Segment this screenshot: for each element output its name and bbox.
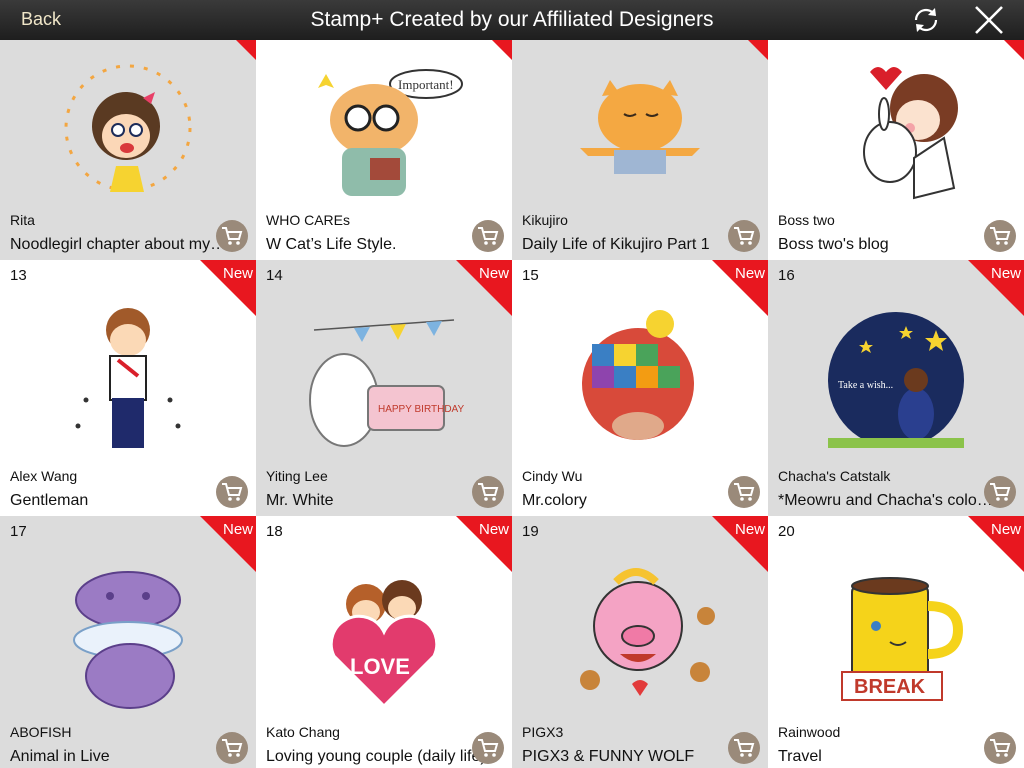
- stamp-grid: Rita Noodlegirl chapter about my Sunny D…: [0, 40, 1024, 768]
- tile-number: 15: [522, 267, 539, 284]
- tile-number: 17: [10, 523, 27, 540]
- refresh-icon[interactable]: [908, 4, 944, 36]
- stamp-tile[interactable]: 14 New HAPPY BIRTHDAY Yiting Lee Mr. Whi…: [256, 260, 512, 516]
- corner-ribbon: [748, 40, 768, 60]
- stamp-title: Daily Life of Kikujiro Part 1: [522, 236, 710, 253]
- svg-text:Important!: Important!: [398, 77, 454, 92]
- stamp-title: Loving young couple (daily life): [266, 748, 486, 765]
- night-sky-girl-icon: Take a wish...: [806, 300, 986, 460]
- cart-icon[interactable]: [984, 476, 1016, 508]
- hippo-clam-icon: [38, 556, 218, 716]
- cat-reading-icon: Important!: [294, 48, 474, 208]
- cart-icon[interactable]: [472, 732, 504, 764]
- new-badge: New: [478, 521, 509, 538]
- author-name: Chacha's Catstalk: [778, 468, 891, 484]
- author-name: ABOFISH: [10, 724, 72, 740]
- tile-number: 16: [778, 267, 795, 284]
- new-badge: New: [222, 265, 253, 282]
- stamp-title: Gentleman: [10, 492, 89, 509]
- svg-text:HAPPY BIRTHDAY: HAPPY BIRTHDAY: [378, 404, 464, 415]
- page-title: Stamp+ Created by our Affiliated Designe…: [310, 8, 714, 31]
- stamp-tile[interactable]: 19 New PIGX3 PIGX3 & FUNNY WOLF: [512, 516, 768, 768]
- stamp-tile[interactable]: Kikujiro Daily Life of Kikujiro Part 1: [512, 40, 768, 260]
- author-name: WHO CAREs: [266, 212, 350, 228]
- cart-icon[interactable]: [472, 476, 504, 508]
- stamp-title: W Cat’s Life Style.: [266, 236, 397, 253]
- cart-icon[interactable]: [728, 476, 760, 508]
- cart-icon[interactable]: [984, 220, 1016, 252]
- svg-text:Take a wish...: Take a wish...: [838, 380, 893, 391]
- new-badge: New: [222, 521, 253, 538]
- stamp-tile[interactable]: 15 New Cindy Wu Mr.colory: [512, 260, 768, 516]
- new-badge: New: [478, 265, 509, 282]
- new-badge: New: [990, 521, 1021, 538]
- pig-gingerbread-icon: [550, 556, 730, 716]
- stamp-title: Animal in Live: [10, 748, 110, 765]
- love-couple-icon: LOVE: [294, 556, 474, 716]
- tile-number: 20: [778, 523, 795, 540]
- birthday-cake-icon: HAPPY BIRTHDAY: [294, 300, 474, 460]
- girl-rabbit-icon: [806, 48, 986, 208]
- cart-icon[interactable]: [984, 732, 1016, 764]
- cart-icon[interactable]: [216, 732, 248, 764]
- author-name: Yiting Lee: [266, 468, 328, 484]
- cart-icon[interactable]: [472, 220, 504, 252]
- stamp-tile[interactable]: 18 New LOVE Kato Chang Loving young coup…: [256, 516, 512, 768]
- author-name: Rainwood: [778, 724, 841, 740]
- stamp-title: Noodlegirl chapter about my Sunny Day: [10, 236, 230, 253]
- author-name: Alex Wang: [10, 468, 78, 484]
- cart-icon[interactable]: [728, 220, 760, 252]
- tile-number: 14: [266, 267, 283, 284]
- svg-text:BREAK: BREAK: [854, 676, 926, 698]
- stamp-tile[interactable]: Boss two Boss two's blog: [768, 40, 1024, 260]
- author-name: Cindy Wu: [522, 468, 583, 484]
- new-badge: New: [734, 521, 765, 538]
- new-badge: New: [734, 265, 765, 282]
- girl-sticker-icon: [38, 48, 218, 208]
- stamp-tile[interactable]: Important! WHO CAREs W Cat’s Life Style.: [256, 40, 512, 260]
- cart-icon[interactable]: [216, 220, 248, 252]
- orange-cat-icon: [550, 48, 730, 208]
- stamp-tile[interactable]: 17 New ABOFISH Animal in Live: [0, 516, 256, 768]
- cart-icon[interactable]: [728, 732, 760, 764]
- stamp-title: Travel: [778, 748, 822, 765]
- corner-ribbon: [492, 40, 512, 60]
- author-name: Kato Chang: [266, 724, 340, 740]
- new-badge: New: [990, 265, 1021, 282]
- stamp-tile[interactable]: Rita Noodlegirl chapter about my Sunny D…: [0, 40, 256, 260]
- svg-text:LOVE: LOVE: [350, 654, 410, 679]
- break-mug-icon: BREAK: [806, 556, 986, 716]
- stamp-tile[interactable]: 16 New Take a wish... Chacha's Catstalk …: [768, 260, 1024, 516]
- stamp-title: Boss two's blog: [778, 236, 889, 253]
- stamp-title: Mr. White: [266, 492, 334, 509]
- stamp-tile[interactable]: 13 New Alex Wang Gentleman: [0, 260, 256, 516]
- corner-ribbon: [1004, 40, 1024, 60]
- tile-number: 18: [266, 523, 283, 540]
- author-name: Boss two: [778, 212, 835, 228]
- corner-ribbon: [236, 40, 256, 60]
- close-icon[interactable]: [970, 4, 1006, 36]
- stamp-title: PIGX3 & FUNNY WOLF: [522, 748, 695, 765]
- top-bar: Back Stamp+ Created by our Affiliated De…: [0, 0, 1024, 40]
- tile-number: 19: [522, 523, 539, 540]
- stamp-tile[interactable]: 20 New BREAK Rainwood Travel: [768, 516, 1024, 768]
- gentleman-icon: [38, 300, 218, 460]
- cart-icon[interactable]: [216, 476, 248, 508]
- patchwork-elephant-icon: [550, 300, 730, 460]
- author-name: Rita: [10, 212, 35, 228]
- stamp-title: Mr.colory: [522, 492, 587, 509]
- author-name: Kikujiro: [522, 212, 568, 228]
- tile-number: 13: [10, 267, 27, 284]
- author-name: PIGX3: [522, 724, 564, 740]
- stamp-title: *Meowru and Chacha's colorful life*: [778, 492, 998, 509]
